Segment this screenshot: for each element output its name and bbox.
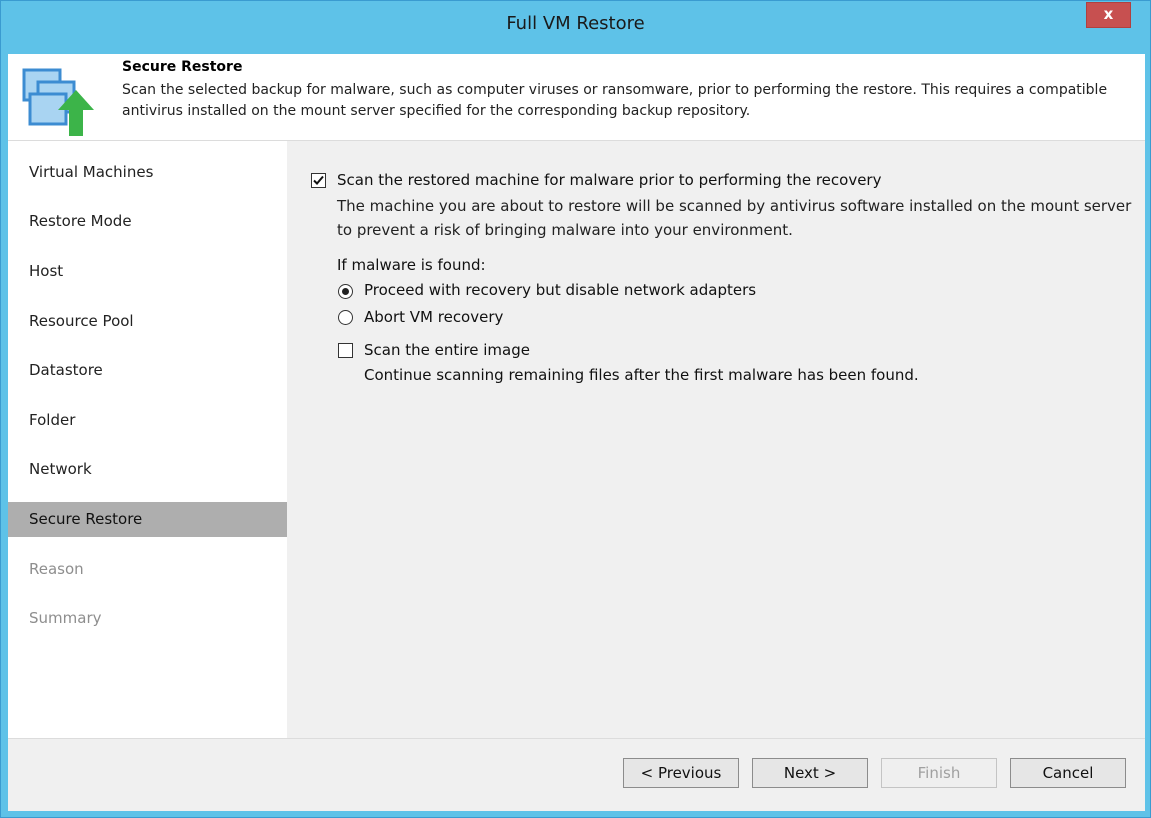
page-description: Scan the selected backup for malware, su… (122, 82, 1108, 119)
footer-divider (8, 738, 1145, 739)
wizard-steps-sidebar: Virtual Machines Restore Mode Host Resou… (8, 141, 287, 738)
proceed-disable-network-radio[interactable] (338, 284, 353, 299)
title-bar[interactable]: Full VM Restore x (1, 1, 1150, 54)
scan-malware-label[interactable]: Scan the restored machine for malware pr… (337, 171, 881, 189)
malware-found-label: If malware is found: (337, 256, 486, 274)
full-vm-restore-window: Full VM Restore x Secure Restore Scan th… (0, 0, 1151, 818)
sidebar-item-restore-mode[interactable]: Restore Mode (8, 204, 287, 239)
wizard-client-area: Secure Restore Scan the selected backup … (8, 54, 1145, 811)
window-title: Full VM Restore (506, 13, 645, 34)
secure-restore-settings: Scan the restored machine for malware pr… (287, 141, 1145, 738)
finish-button: Finish (881, 758, 997, 788)
sidebar-item-folder[interactable]: Folder (8, 403, 287, 438)
checkmark-icon (313, 175, 324, 185)
next-button[interactable]: Next > (752, 758, 868, 788)
sidebar-item-resource-pool[interactable]: Resource Pool (8, 304, 287, 339)
page-title: Secure Restore (122, 59, 243, 75)
cancel-button[interactable]: Cancel (1010, 758, 1126, 788)
sidebar-item-reason: Reason (29, 560, 84, 578)
scan-malware-checkbox[interactable] (311, 173, 326, 188)
abort-vm-recovery-label[interactable]: Abort VM recovery (364, 308, 503, 326)
proceed-disable-network-label[interactable]: Proceed with recovery but disable networ… (364, 281, 756, 299)
scan-entire-image-label[interactable]: Scan the entire image (364, 341, 530, 359)
sidebar-item-secure-restore[interactable]: Secure Restore (8, 502, 287, 537)
previous-button[interactable]: < Previous (623, 758, 739, 788)
abort-vm-recovery-radio[interactable] (338, 310, 353, 325)
scan-malware-description: The machine you are about to restore wil… (337, 197, 1132, 239)
wizard-header: Secure Restore Scan the selected backup … (8, 54, 1145, 141)
sidebar-item-network[interactable]: Network (8, 452, 287, 487)
scan-entire-image-description: Continue scanning remaining files after … (364, 366, 919, 384)
scan-entire-image-checkbox[interactable] (338, 343, 353, 358)
sidebar-item-host[interactable]: Host (8, 254, 287, 289)
restore-vm-icon (22, 68, 94, 136)
close-button[interactable]: x (1086, 2, 1131, 28)
sidebar-item-virtual-machines[interactable]: Virtual Machines (8, 155, 287, 190)
sidebar-item-datastore[interactable]: Datastore (8, 353, 287, 388)
sidebar-item-summary: Summary (29, 609, 102, 627)
